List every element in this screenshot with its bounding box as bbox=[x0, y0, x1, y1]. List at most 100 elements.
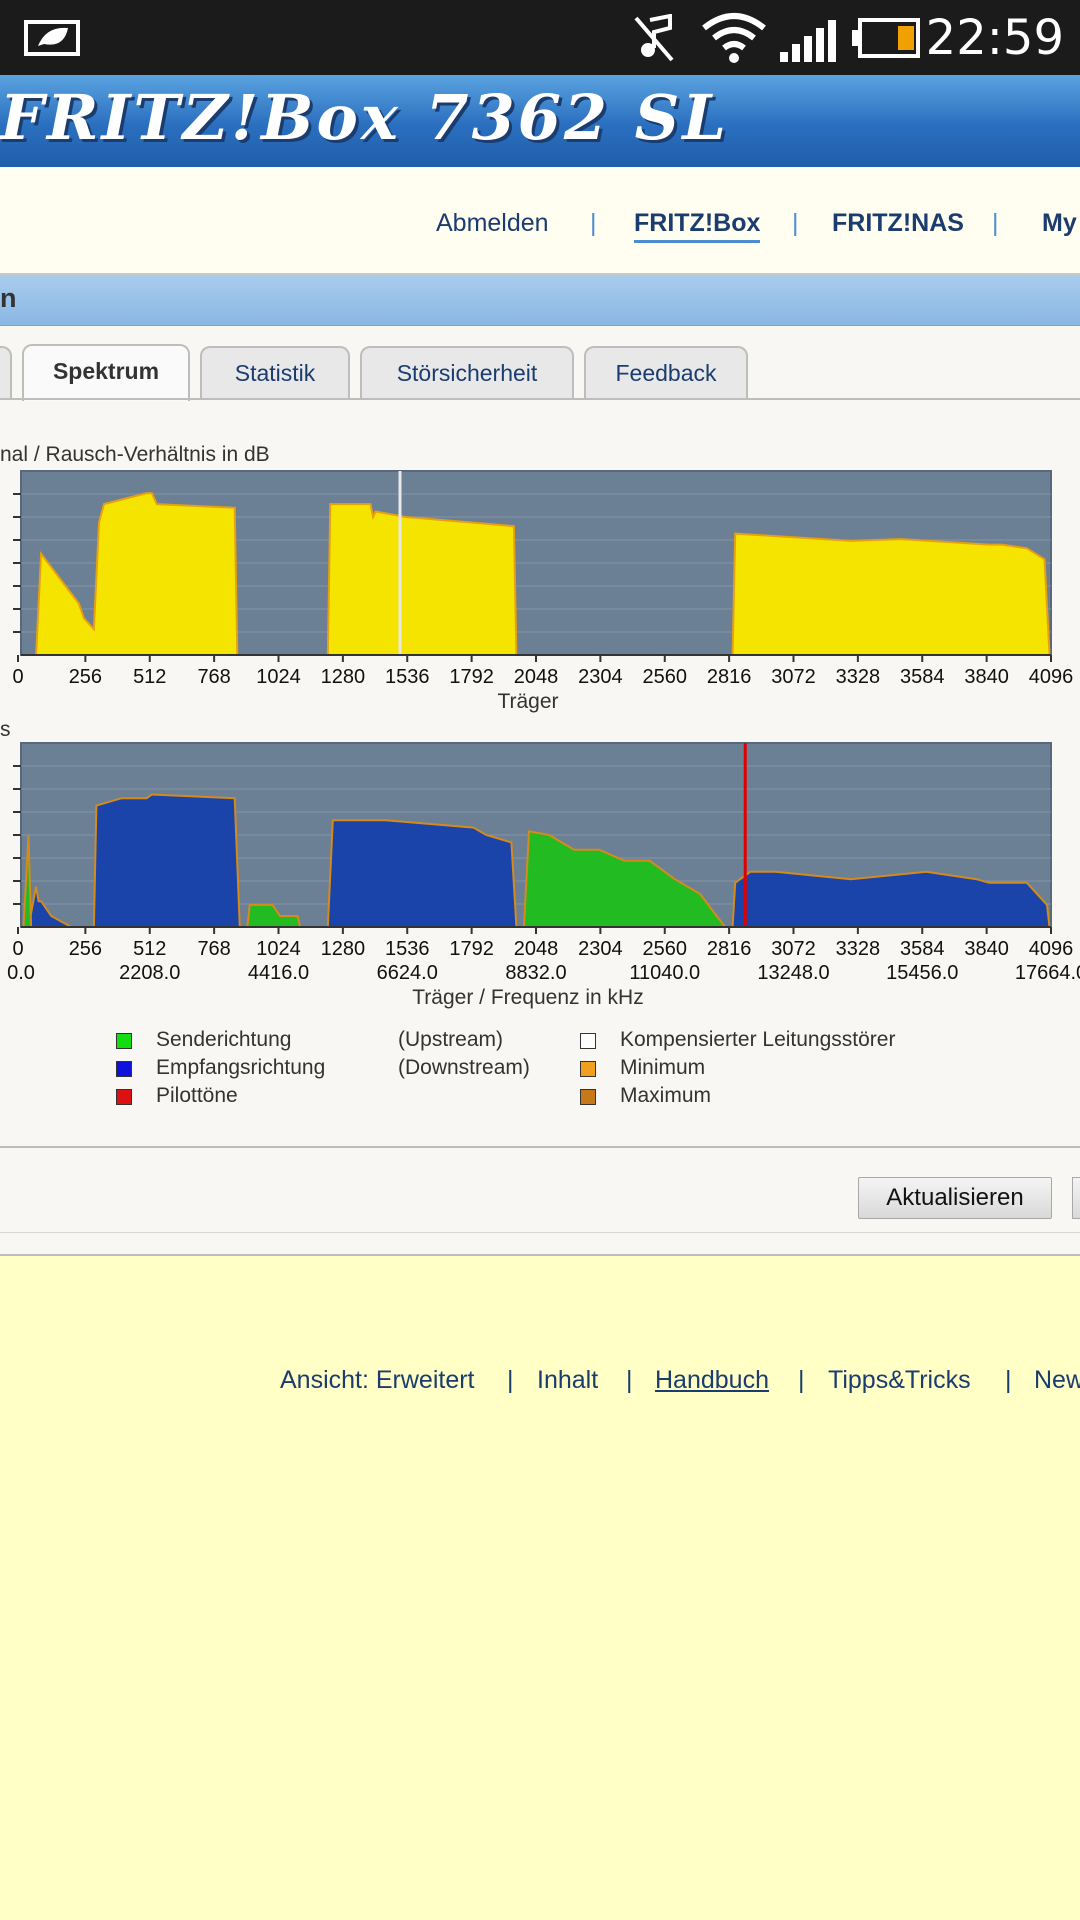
bits-freq-tick-label: 15456.0 bbox=[886, 962, 958, 984]
bits-x-tick-label: 2304 bbox=[578, 938, 623, 960]
snr-x-tick-label: 256 bbox=[69, 666, 102, 688]
nav-separator: | bbox=[792, 209, 799, 237]
footer-divider bbox=[0, 1254, 1080, 1256]
footer-separator: | bbox=[626, 1366, 633, 1394]
button-area-divider bbox=[0, 1146, 1080, 1148]
bits-x-tick-label: 2048 bbox=[514, 938, 559, 960]
bits-chart: 0 256 512 768 1024 1280 1536 1792 2048 2304 2560 28… bbox=[7, 742, 1080, 1009]
page-title: n bbox=[0, 283, 17, 313]
snr-x-tick-label: 3072 bbox=[771, 666, 816, 688]
footer-tipps[interactable]: Tipps&Tricks bbox=[828, 1366, 971, 1395]
fritzbox-header: FRITZ!Box 7362 SL bbox=[0, 75, 1080, 168]
snr-chart-title: nal / Rausch-Verhältnis in dB bbox=[0, 443, 270, 466]
bits-x-tick-label: 2816 bbox=[707, 938, 752, 960]
bits-freq-tick-label: 11040.0 bbox=[629, 962, 700, 984]
nav-myfritz[interactable]: My bbox=[1042, 209, 1077, 238]
snr-x-tick-label: 2048 bbox=[514, 666, 559, 688]
bits-x-tick-label: 1280 bbox=[321, 938, 366, 960]
legend-swatch-pilottoene bbox=[116, 1089, 132, 1105]
bits-freq-tick-label: 13248.0 bbox=[757, 962, 829, 984]
snr-x-tick-label: 2816 bbox=[707, 666, 752, 688]
snr-x-tick-label: 1536 bbox=[385, 666, 430, 688]
bits-x-tick-label: 0 bbox=[12, 938, 23, 960]
footer-separator: | bbox=[507, 1366, 514, 1394]
tab-divider bbox=[0, 398, 1080, 400]
legend-swatch-empfangsrichtung bbox=[116, 1061, 132, 1077]
snr-chart: 0 256 512 768 1024 1280 1536 1792 2048 2304 2560 28… bbox=[12, 470, 1074, 713]
snr-x-tick-label: 3584 bbox=[900, 666, 945, 688]
nav-separator: | bbox=[590, 209, 597, 237]
snr-x-tick-label: 3328 bbox=[836, 666, 881, 688]
legend-label-pilottoene: Pilottöne bbox=[156, 1084, 238, 1107]
snr-x-tick-label: 512 bbox=[133, 666, 166, 688]
legend-swatch-minimum bbox=[580, 1061, 596, 1077]
battery-icon bbox=[852, 18, 920, 58]
clock: 22:59 bbox=[925, 10, 1064, 66]
tab-statistik[interactable]: Statistik bbox=[200, 346, 350, 398]
legend-label-minimum: Minimum bbox=[620, 1056, 706, 1079]
bits-x-tick-label: 1536 bbox=[385, 938, 430, 960]
bits-freq-tick-label: 8832.0 bbox=[505, 962, 566, 984]
legend-swatch-maximum bbox=[580, 1089, 596, 1105]
nav-fritzbox[interactable]: FRITZ!Box bbox=[634, 209, 761, 243]
legend-swatch-senderichtung bbox=[116, 1033, 132, 1049]
legend-label-empfangsrichtung: Empfangsrichtung bbox=[156, 1056, 326, 1079]
nav-fritznas[interactable]: FRITZ!NAS bbox=[832, 209, 964, 238]
wifi-icon bbox=[702, 13, 766, 63]
bits-x-tick-label: 3840 bbox=[964, 938, 1009, 960]
bits-x-tick-label: 4096 bbox=[1029, 938, 1074, 960]
battery-saver-icon bbox=[24, 20, 80, 56]
bits-freq-tick-label: 17664.0 bbox=[1015, 962, 1080, 984]
bits-x-tick-label: 2560 bbox=[643, 938, 688, 960]
legend-label-downstream: (Downstream) bbox=[398, 1056, 530, 1079]
bits-x-tick-label: 1024 bbox=[256, 938, 301, 960]
snr-x-tick-label: 4096 bbox=[1029, 666, 1074, 688]
content-bottom-line bbox=[0, 1232, 1080, 1233]
legend-label-senderichtung: Senderichtung bbox=[156, 1028, 292, 1051]
tab-spektrum[interactable]: Spektrum bbox=[22, 344, 190, 401]
bits-x-tick-label: 3584 bbox=[900, 938, 945, 960]
legend-swatch-kompensiert bbox=[580, 1033, 596, 1049]
footer-news[interactable]: New bbox=[1034, 1366, 1080, 1395]
tab-stoersicherheit[interactable]: Störsicherheit bbox=[360, 346, 574, 398]
footer-separator: | bbox=[1005, 1366, 1012, 1394]
bits-x-tick-label: 256 bbox=[69, 938, 102, 960]
bits-freq-tick-label: 6624.0 bbox=[377, 962, 438, 984]
footer-separator: | bbox=[798, 1366, 805, 1394]
tab-feedback[interactable]: Feedback bbox=[584, 346, 748, 398]
legend-label-upstream: (Upstream) bbox=[398, 1028, 504, 1051]
bits-x-tick-label: 3328 bbox=[836, 938, 881, 960]
legend-label-maximum: Maximum bbox=[620, 1084, 712, 1107]
bits-x-axis-label: Träger / Frequenz in kHz bbox=[412, 986, 643, 1009]
bits-x-tick-label: 3072 bbox=[771, 938, 816, 960]
footer-inhalt[interactable]: Inhalt bbox=[537, 1366, 598, 1395]
snr-x-tick-label: 3840 bbox=[964, 666, 1009, 688]
footer-ansicht[interactable]: Ansicht: Erweitert bbox=[280, 1366, 475, 1395]
nav-abmelden[interactable]: Abmelden bbox=[436, 209, 549, 238]
tab-previous[interactable] bbox=[0, 346, 12, 398]
snr-x-tick-label: 1280 bbox=[321, 666, 366, 688]
signal-icon bbox=[780, 20, 836, 62]
mute-icon bbox=[634, 14, 674, 62]
refresh-button[interactable]: Aktualisieren bbox=[858, 1177, 1052, 1219]
snr-x-tick-label: 1024 bbox=[256, 666, 301, 688]
snr-x-tick-label: 768 bbox=[197, 666, 230, 688]
bits-x-tick-label: 768 bbox=[197, 938, 230, 960]
snr-x-axis-label: Träger bbox=[497, 690, 558, 713]
footer-handbuch[interactable]: Handbuch bbox=[655, 1366, 769, 1395]
bits-freq-tick-label: 4416.0 bbox=[248, 962, 309, 984]
bits-x-tick-label: 512 bbox=[133, 938, 166, 960]
top-navigation: Abmelden | FRITZ!Box | FRITZ!NAS | My bbox=[0, 167, 1080, 275]
snr-x-tick-label: 0 bbox=[12, 666, 23, 688]
snr-x-tick-label: 2560 bbox=[643, 666, 688, 688]
next-button[interactable] bbox=[1072, 1177, 1080, 1219]
nav-separator: | bbox=[992, 209, 999, 237]
product-logo: FRITZ!Box 7362 SL bbox=[0, 81, 729, 154]
bits-x-tick-label: 1792 bbox=[449, 938, 494, 960]
bits-freq-tick-label: 0.0 bbox=[7, 962, 35, 984]
status-bar: 22:59 bbox=[0, 0, 1080, 75]
legend-label-kompensiert: Kompensierter Leitungsstörer bbox=[620, 1028, 896, 1051]
page-title-bar: n bbox=[0, 275, 1080, 326]
bits-freq-tick-label: 2208.0 bbox=[119, 962, 180, 984]
snr-x-tick-label: 2304 bbox=[578, 666, 623, 688]
